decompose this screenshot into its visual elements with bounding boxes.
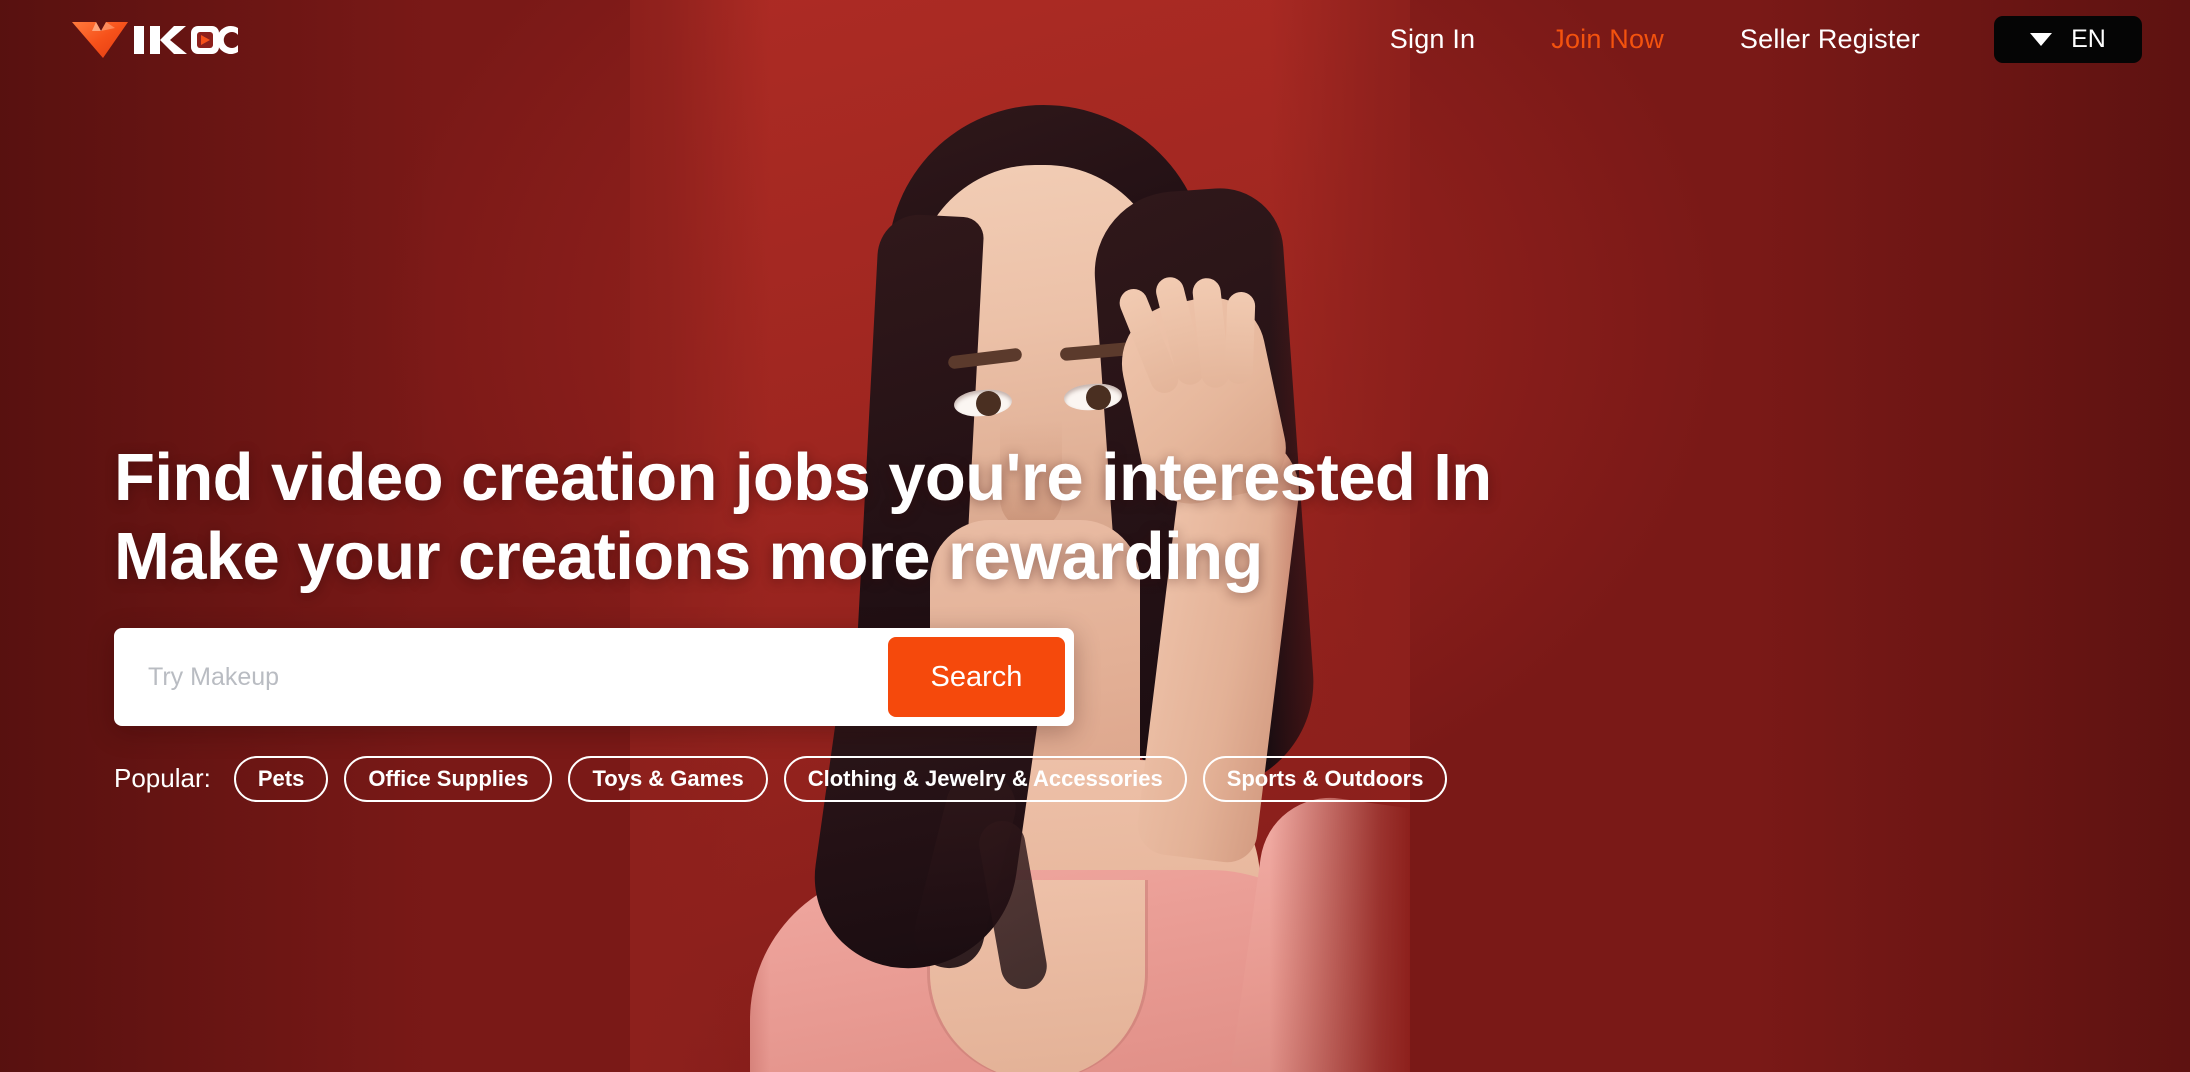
search-button[interactable]: Search (888, 637, 1065, 718)
hero-headline: Find video creation jobs you're interest… (114, 438, 1814, 596)
search-bar: Search (114, 628, 1074, 727)
hero-section: Sign In Join Now Seller Register EN Find… (0, 0, 2190, 1072)
nav-sign-in[interactable]: Sign In (1390, 24, 1475, 55)
chevron-down-icon (2030, 32, 2053, 46)
popular-tag-toys-games[interactable]: Toys & Games (568, 756, 768, 802)
language-selector-label: EN (2071, 24, 2106, 53)
popular-tag-clothing-jewelry-accessories[interactable]: Clothing & Jewelry & Accessories (783, 756, 1187, 802)
nav-join-now[interactable]: Join Now (1551, 24, 1664, 55)
site-header: Sign In Join Now Seller Register EN (0, 0, 2190, 78)
popular-tag-sports-outdoors[interactable]: Sports & Outdoors (1202, 756, 1448, 802)
vikoc-logo-icon (72, 22, 238, 58)
popular-searches: Popular: Pets Office Supplies Toys & Gam… (114, 756, 1814, 802)
search-input[interactable] (114, 629, 888, 726)
nav-seller-register[interactable]: Seller Register (1740, 24, 1920, 55)
language-selector-button[interactable]: EN (1994, 15, 2142, 63)
popular-tag-pets[interactable]: Pets (233, 756, 329, 802)
main-nav: Sign In Join Now Seller Register EN (1314, 15, 2142, 63)
brand-logo[interactable] (70, 18, 240, 60)
popular-tag-office-supplies[interactable]: Office Supplies (344, 756, 553, 802)
popular-label: Popular: (114, 763, 211, 794)
hero-headline-line-2: Make your creations more rewarding (114, 519, 1263, 595)
hero-headline-line-1: Find video creation jobs you're interest… (114, 440, 1492, 515)
hero-content: Find video creation jobs you're interest… (114, 438, 1814, 802)
